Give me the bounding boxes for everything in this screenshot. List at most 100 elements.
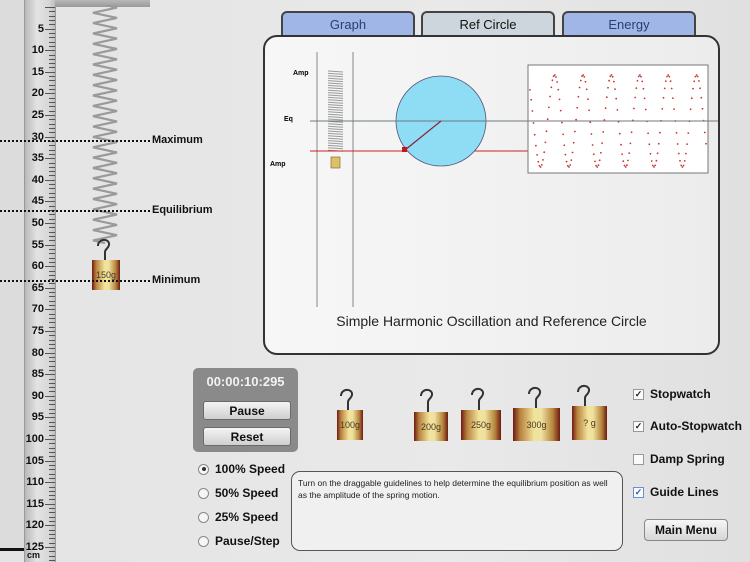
wave-dot [585, 88, 588, 91]
wave-dot [679, 159, 681, 162]
wave-dot [662, 96, 665, 99]
ruler-tick [49, 447, 55, 449]
ruler-tick [49, 24, 55, 26]
ruler-tick [49, 63, 55, 65]
ruler-tick [49, 54, 55, 56]
ruler-tick [49, 119, 55, 121]
mini-spring-coil [327, 87, 344, 90]
mini-spring-coil [327, 104, 344, 107]
ruler-tick [49, 162, 55, 164]
wave-dot [630, 131, 633, 134]
speed-option-50[interactable]: 50% Speed [198, 486, 278, 500]
wave-dot [564, 153, 567, 156]
guide-line-maximum[interactable] [0, 140, 150, 142]
mini-spring-coil [327, 116, 344, 119]
ruler-tick [49, 283, 55, 285]
ruler-tick [49, 391, 55, 393]
wave-dot [703, 131, 706, 134]
ruler-tick [49, 218, 55, 220]
ruler-tick [45, 115, 55, 116]
weight-label: ? g [583, 418, 596, 428]
wave-dot [622, 160, 625, 163]
checkbox-icon[interactable] [633, 453, 644, 465]
wave-dot [587, 98, 589, 100]
checkbox-checked-icon[interactable]: ✓ [633, 486, 644, 498]
wave-dot [563, 144, 566, 147]
wave-dot [536, 154, 538, 156]
wave-dot [616, 109, 619, 111]
wave-dot [598, 159, 601, 162]
pause-button[interactable]: Pause [203, 401, 291, 420]
checkbox-checked-icon[interactable]: ✓ [633, 420, 644, 432]
speed-option-label: 100% Speed [215, 462, 286, 476]
mini-spring-coil [327, 142, 344, 145]
wave-dot [592, 153, 595, 156]
ruler-label: 35 [31, 152, 44, 165]
radio-icon[interactable] [198, 535, 209, 547]
mini-spring-coil [327, 118, 344, 121]
wave-dot [696, 75, 699, 78]
option-stopwatch[interactable]: ✓ Stopwatch [633, 387, 711, 401]
weight-unknown[interactable]: ? g [572, 406, 607, 440]
ruler-label: 125 [25, 541, 44, 553]
mini-spring-coil [327, 92, 344, 95]
tab-graph[interactable]: Graph [281, 11, 415, 36]
ruler-tick [49, 408, 55, 410]
speed-option-pause-step[interactable]: Pause/Step [198, 534, 280, 548]
mini-mass [330, 156, 341, 169]
option-damp-spring[interactable]: Damp Spring [633, 452, 725, 466]
ruler-label: 50 [31, 217, 44, 229]
hanging-mass[interactable]: 150g [92, 260, 120, 290]
ruler-tick [49, 512, 55, 514]
reset-button[interactable]: Reset [203, 427, 291, 446]
ruler-label: 45 [31, 195, 44, 208]
ruler-tick [49, 102, 55, 104]
mini-spring-coil [327, 75, 344, 78]
ruler-tick [49, 516, 55, 518]
ruler-tick [49, 555, 55, 557]
ruler-tick [45, 136, 55, 138]
option-guide-lines[interactable]: ✓ Guide Lines [633, 485, 719, 499]
wave-dot [584, 80, 587, 83]
wave-dot [663, 87, 666, 90]
guide-line-minimum[interactable] [0, 280, 150, 282]
ruler-tick [49, 477, 55, 479]
radio-selected-icon[interactable] [198, 463, 209, 475]
ruler-tick [49, 149, 55, 151]
mini-spring-coil [327, 106, 344, 109]
speed-option-25[interactable]: 25% Speed [198, 510, 278, 524]
weight-label: 100g [339, 420, 361, 430]
wave-dot [539, 166, 542, 168]
tab-energy[interactable]: Energy [562, 11, 696, 36]
weight-200g[interactable]: 200g [414, 412, 448, 441]
wave-dot [559, 109, 562, 112]
radio-icon[interactable] [198, 511, 209, 523]
tab-ref-circle[interactable]: Ref Circle [421, 11, 555, 36]
wave-dot [551, 79, 554, 82]
ruler-tick [49, 32, 55, 34]
wave-dot [572, 141, 575, 144]
wave-dot [575, 118, 577, 121]
ruler-tick [45, 352, 55, 354]
weight-100g[interactable]: 100g [337, 410, 363, 440]
guide-line-equilibrium[interactable] [0, 210, 150, 212]
weight-250g[interactable]: 250g [461, 410, 501, 440]
eq-label: Eq [284, 116, 293, 123]
mini-spring-coil [327, 120, 344, 123]
wave-dot [683, 160, 686, 162]
radio-icon[interactable] [198, 487, 209, 499]
ruler-tick [49, 318, 55, 320]
ruler-tick [49, 192, 55, 194]
option-auto-stopwatch[interactable]: ✓ Auto-Stopwatch [633, 419, 742, 433]
weight-300g[interactable]: 300g [513, 408, 560, 441]
mini-spring-coil [327, 113, 344, 116]
speed-option-100[interactable]: 100% Speed [198, 462, 285, 476]
wave-dot [557, 88, 560, 91]
main-menu-button[interactable]: Main Menu [644, 519, 728, 541]
ruler-tick [49, 248, 55, 250]
checkbox-checked-icon[interactable]: ✓ [633, 388, 644, 400]
wave-dot [576, 106, 579, 109]
spring [92, 5, 118, 245]
ruler-tick [49, 529, 55, 531]
ruler-tick [49, 469, 55, 471]
